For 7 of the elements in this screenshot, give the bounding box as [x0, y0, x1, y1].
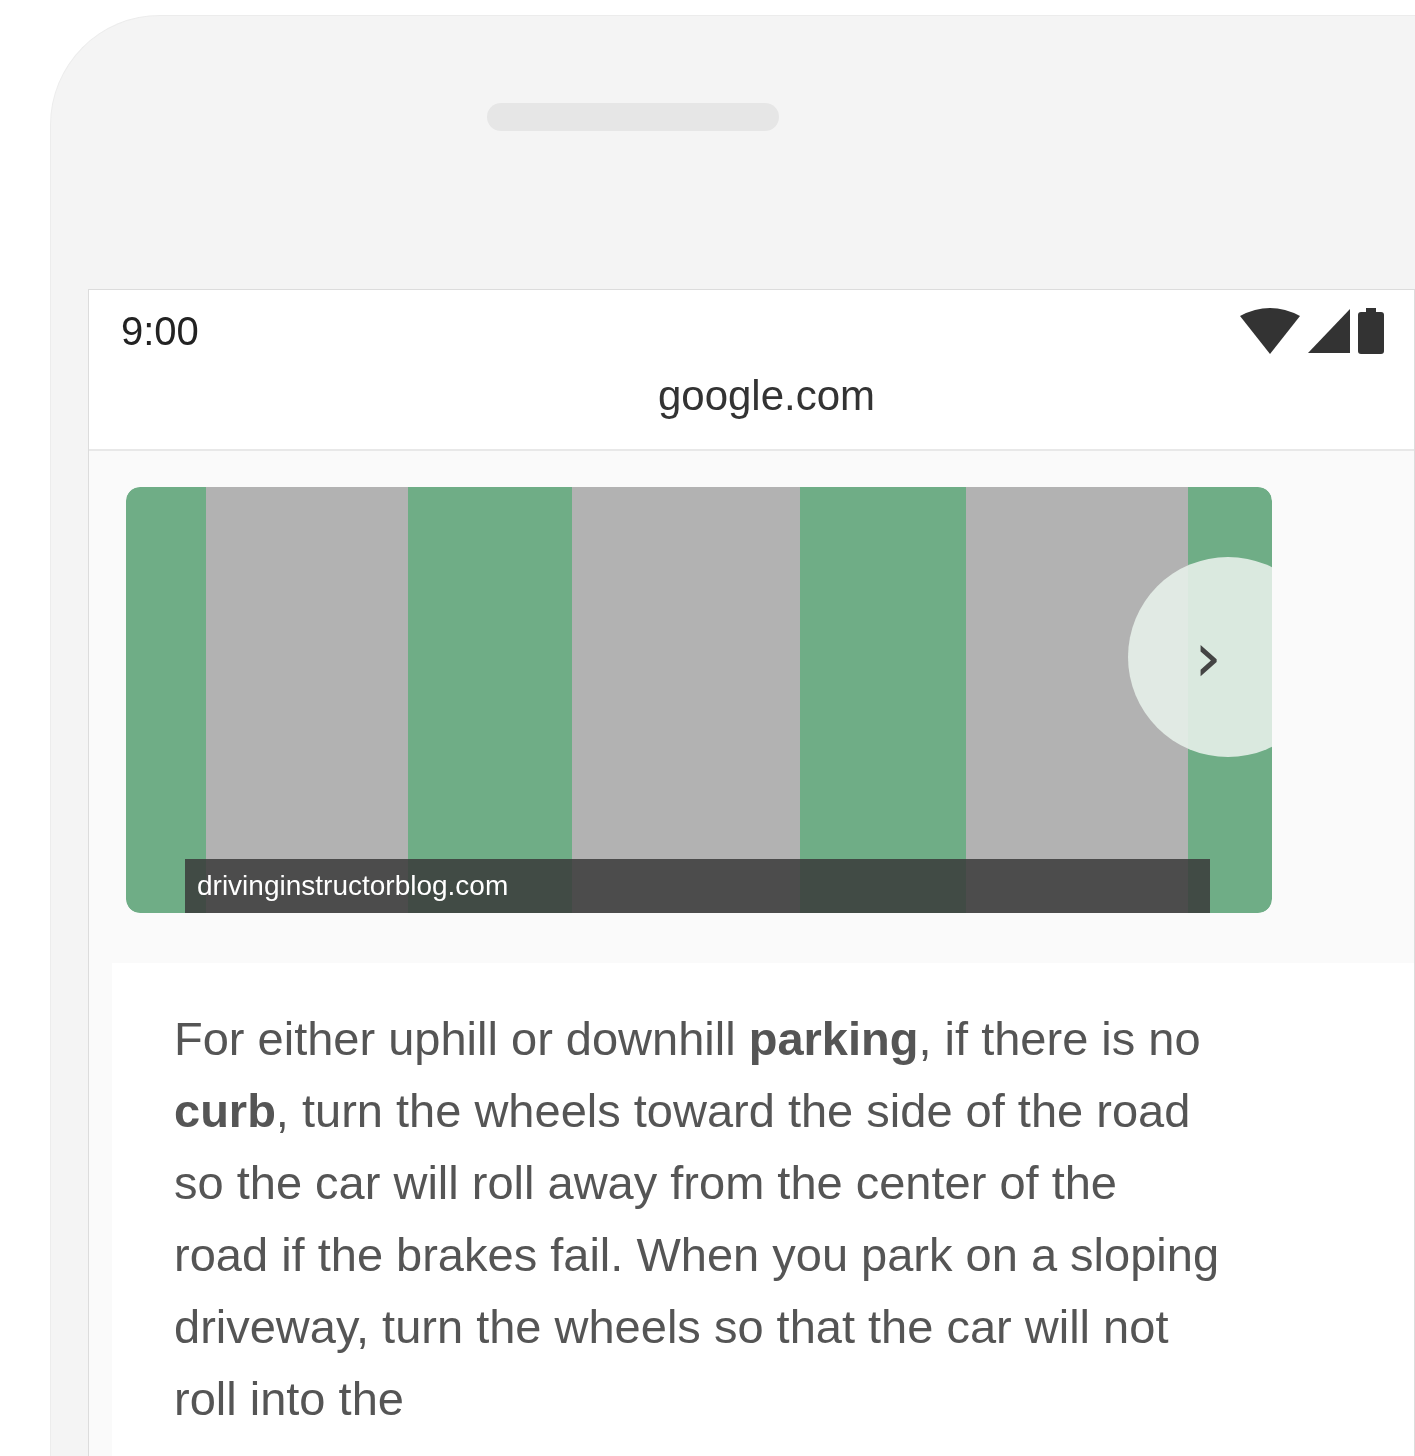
address-bar-url[interactable]: google.com: [627, 364, 876, 427]
wifi-icon: [1240, 308, 1300, 354]
signal-icon: [1308, 309, 1350, 353]
battery-icon: [1358, 308, 1384, 354]
image-source-label[interactable]: drivinginstructorblog.com: [197, 865, 509, 907]
snippet-paragraph: For either uphill or downhill parking, if there is no curb, turn the wheels toward the side of the road so the car will roll away from the center of the road if the brakes fail. When you park on a sloping driveway, turn the wheels so that the car will not roll into the: [174, 1011, 1221, 1427]
status-time: 9:00: [121, 311, 199, 351]
